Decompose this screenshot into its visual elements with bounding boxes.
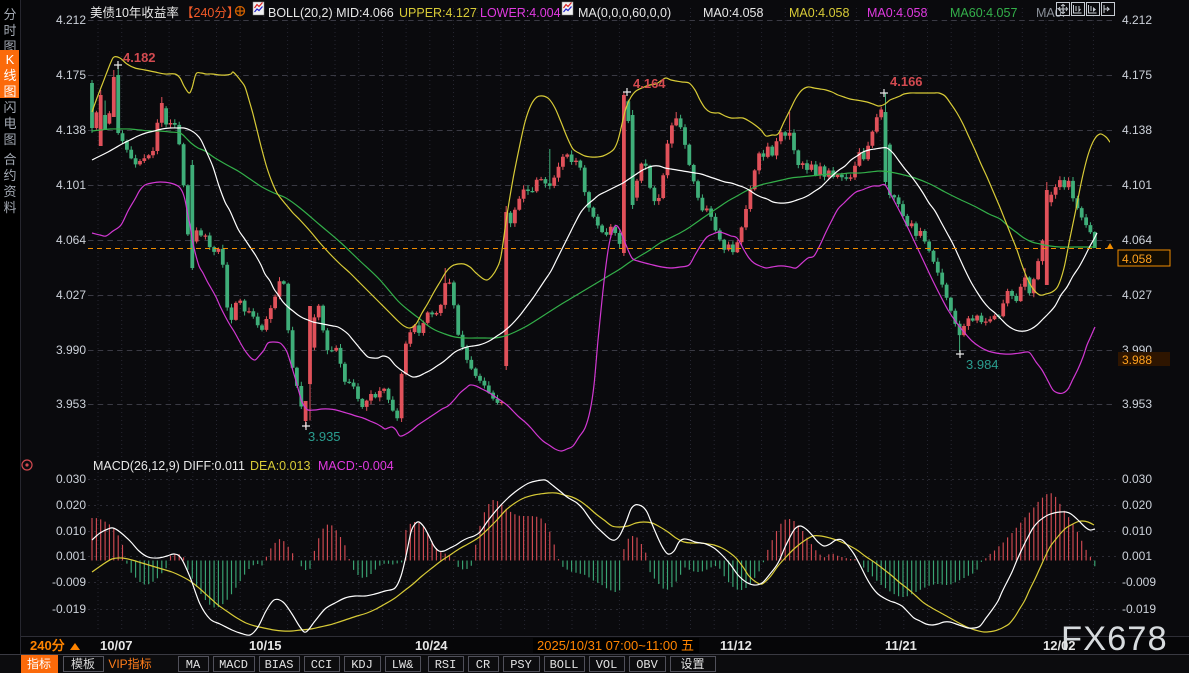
svg-text:LW&: LW& (392, 658, 414, 672)
svg-text:BOLL: BOLL (550, 658, 579, 672)
svg-text:4.101: 4.101 (1122, 178, 1152, 192)
svg-text:4.175: 4.175 (1122, 68, 1152, 82)
svg-text:4.058: 4.058 (1122, 252, 1152, 266)
svg-text:BOLL(20,2) MID:4.066: BOLL(20,2) MID:4.066 (268, 6, 394, 20)
svg-text:时: 时 (3, 23, 16, 38)
svg-text:K: K (6, 52, 15, 67)
svg-text:2025/10/31 07:00~11:00 五: 2025/10/31 07:00~11:00 五 (537, 638, 694, 653)
svg-text:合: 合 (3, 152, 16, 167)
svg-text:MA0:4.058: MA0:4.058 (867, 6, 928, 20)
svg-text:CR: CR (476, 658, 490, 672)
svg-text:0.010: 0.010 (1122, 524, 1152, 538)
svg-text:0.010: 0.010 (56, 524, 86, 538)
svg-text:VOL: VOL (596, 658, 618, 672)
svg-text:-0.019: -0.019 (1122, 602, 1156, 616)
svg-text:11/12: 11/12 (720, 638, 752, 653)
svg-text:12/02: 12/02 (1043, 638, 1076, 653)
svg-text:4.164: 4.164 (633, 76, 666, 91)
svg-text:BIAS: BIAS (265, 658, 294, 672)
svg-text:UPPER:4.127: UPPER:4.127 (399, 6, 477, 20)
svg-text:OBV: OBV (636, 658, 658, 672)
svg-text:DEA:0.013: DEA:0.013 (250, 459, 311, 473)
svg-text:3.988: 3.988 (1122, 353, 1152, 367)
svg-text:MA0:: MA0: (1036, 6, 1065, 20)
svg-text:-0.009: -0.009 (1122, 575, 1156, 589)
svg-text:PSY: PSY (510, 658, 532, 672)
svg-text:闪: 闪 (3, 100, 16, 115)
svg-text:图: 图 (3, 84, 16, 99)
svg-text:电: 电 (3, 116, 16, 131)
svg-text:约: 约 (3, 168, 16, 183)
svg-text:MACD(26,12,9) DIFF:0.011: MACD(26,12,9) DIFF:0.011 (93, 459, 245, 473)
svg-text:3.953: 3.953 (56, 397, 86, 411)
svg-text:4.064: 4.064 (56, 233, 86, 247)
svg-text:0.001: 0.001 (56, 549, 86, 563)
svg-text:0.030: 0.030 (56, 472, 86, 486)
svg-text:10/15: 10/15 (249, 638, 282, 653)
svg-text:4.166: 4.166 (890, 74, 923, 89)
svg-text:MA: MA (186, 658, 201, 672)
svg-text:3.953: 3.953 (1122, 397, 1152, 411)
svg-text:线: 线 (3, 68, 16, 83)
svg-text:4.064: 4.064 (1122, 233, 1152, 247)
svg-text:分: 分 (3, 7, 16, 22)
svg-text:MA0:4.058: MA0:4.058 (703, 6, 764, 20)
svg-text:0.020: 0.020 (56, 498, 86, 512)
svg-text:4.138: 4.138 (1122, 123, 1152, 137)
svg-text:FX678: FX678 (1061, 620, 1168, 658)
svg-text:0.001: 0.001 (1122, 549, 1152, 563)
svg-text:0.030: 0.030 (1122, 472, 1152, 486)
svg-text:图: 图 (3, 132, 16, 147)
svg-text:MA0:4.058: MA0:4.058 (789, 6, 850, 20)
svg-text:4.027: 4.027 (1122, 288, 1152, 302)
svg-text:指标: 指标 (27, 656, 51, 671)
svg-text:MACD:-0.004: MACD:-0.004 (318, 459, 394, 473)
svg-text:4.101: 4.101 (56, 178, 86, 192)
svg-text:MACD: MACD (219, 658, 248, 672)
svg-text:CCI: CCI (311, 658, 333, 672)
svg-text:-0.009: -0.009 (52, 575, 86, 589)
svg-text:4.212: 4.212 (1122, 13, 1152, 27)
svg-text:3.935: 3.935 (308, 429, 341, 444)
svg-text:MA(0,0,0,60,0,0): MA(0,0,0,60,0,0) (578, 6, 671, 20)
svg-text:LOWER:4.004: LOWER:4.004 (480, 6, 561, 20)
svg-text:4.182: 4.182 (123, 50, 156, 65)
svg-text:4.138: 4.138 (56, 123, 86, 137)
svg-text:4.175: 4.175 (56, 68, 86, 82)
svg-text:4.212: 4.212 (56, 13, 86, 27)
svg-text:美债10年收益率: 美债10年收益率 (90, 5, 179, 20)
svg-text:10/07: 10/07 (100, 638, 133, 653)
svg-text:3.990: 3.990 (56, 343, 86, 357)
svg-text:【240分】: 【240分】 (181, 6, 239, 20)
svg-text:4.027: 4.027 (56, 288, 86, 302)
svg-text:设置: 设置 (680, 657, 704, 672)
svg-text:模板: 模板 (71, 657, 95, 671)
svg-text:MA60:4.057: MA60:4.057 (950, 6, 1017, 20)
svg-text:资: 资 (3, 184, 16, 199)
svg-text:RSI: RSI (435, 658, 457, 672)
svg-text:VIP指标: VIP指标 (108, 656, 151, 671)
svg-text:0.020: 0.020 (1122, 498, 1152, 512)
svg-text:料: 料 (3, 200, 16, 215)
svg-text:11/21: 11/21 (885, 638, 917, 653)
svg-text:3.984: 3.984 (966, 357, 999, 372)
svg-text:10/24: 10/24 (415, 638, 448, 653)
svg-text:KDJ: KDJ (351, 658, 373, 672)
svg-text:240分: 240分 (30, 638, 65, 653)
svg-text:-0.019: -0.019 (52, 602, 86, 616)
